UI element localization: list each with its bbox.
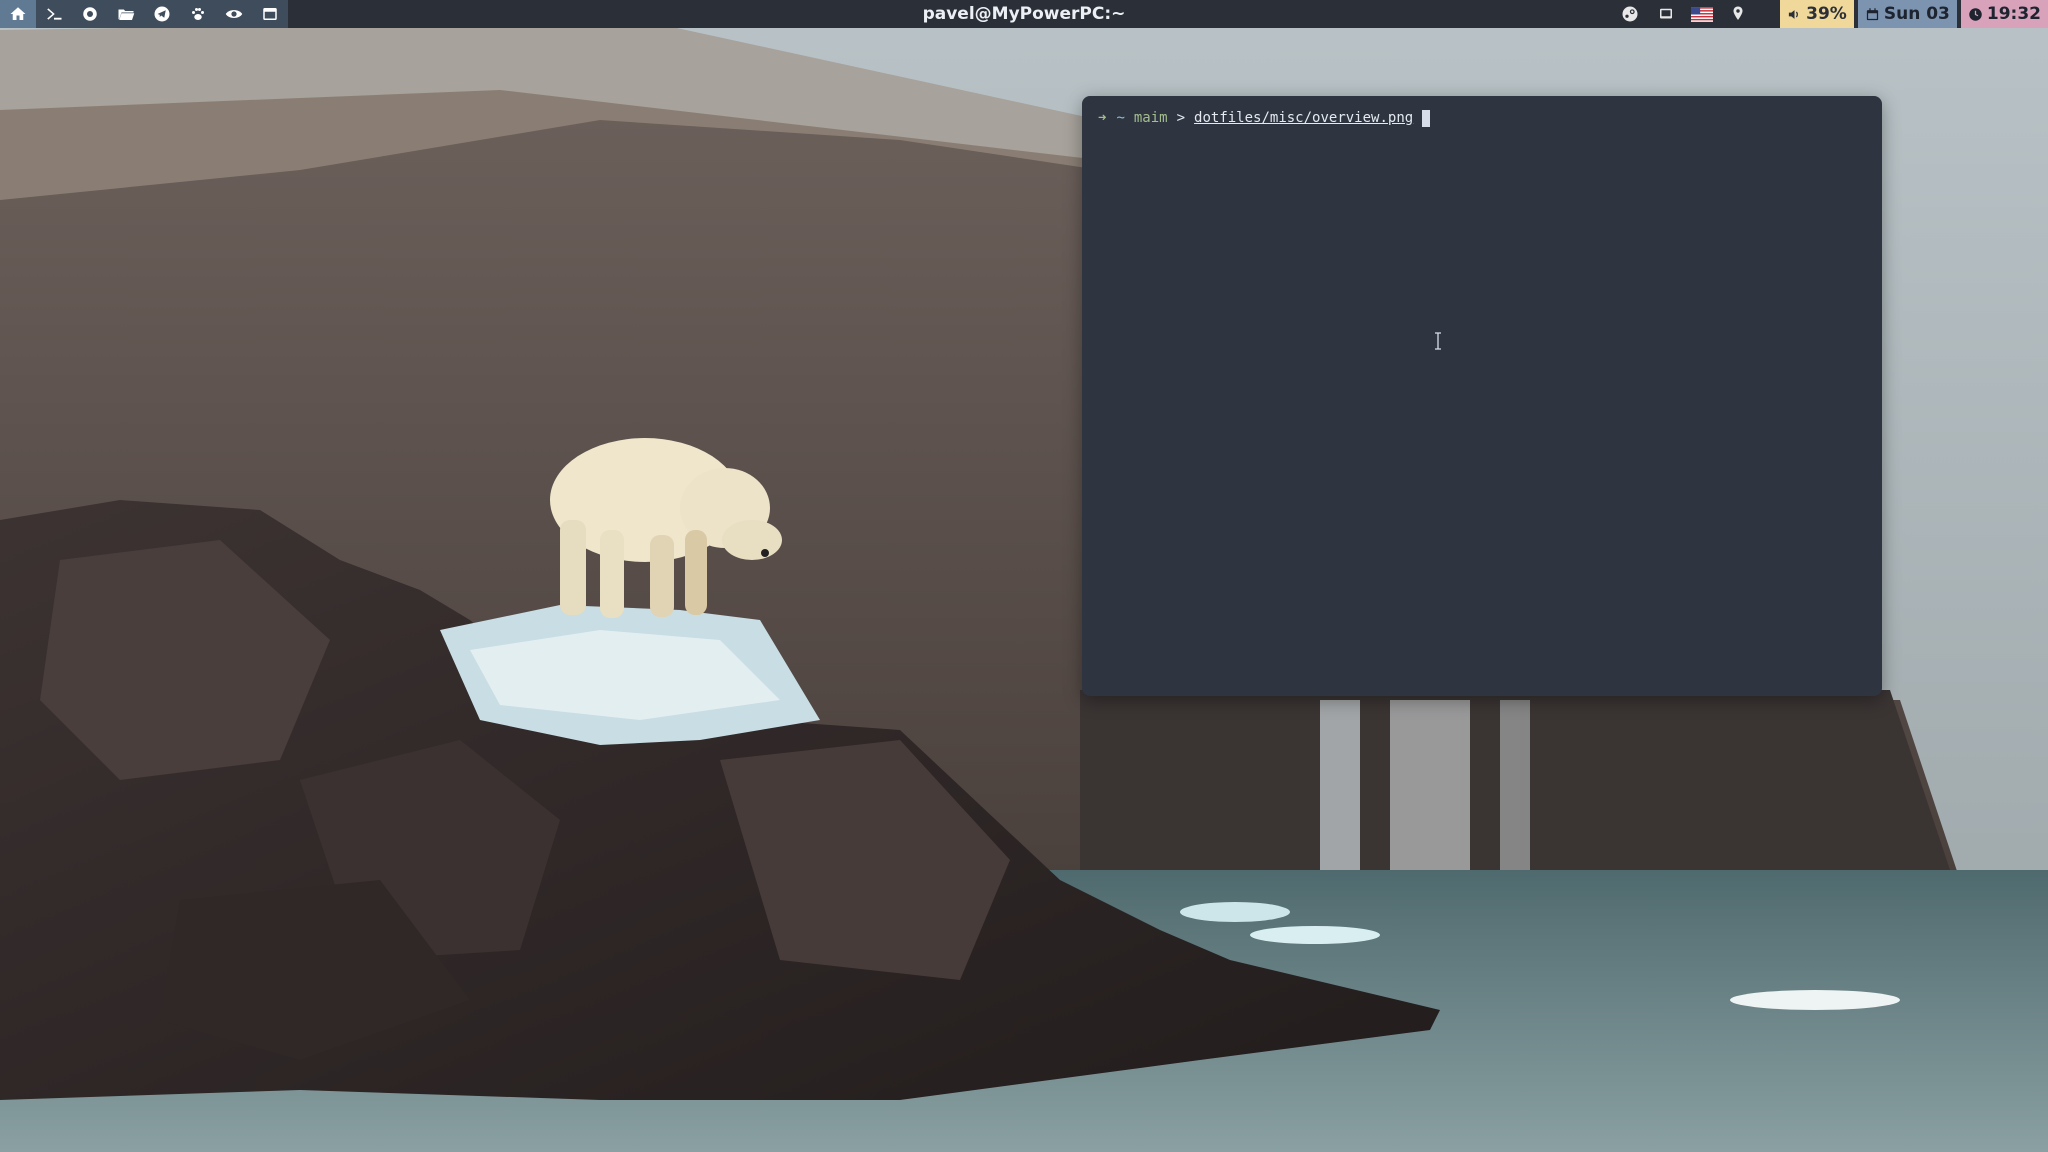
speaker-icon [1789, 9, 1799, 19]
desktop: pavel@MyPowerPC:~ 39% Sun 03 19:32 ➜ ~ m… [0, 0, 2048, 1152]
tray-location[interactable] [1720, 0, 1756, 28]
prompt-arrow: ➜ [1098, 110, 1107, 126]
display-icon [1660, 8, 1673, 19]
prompt-command-name: maim [1133, 110, 1168, 126]
telegram-icon [154, 6, 170, 22]
volume-indicator[interactable]: 39% [1780, 0, 1854, 28]
paw-icon [192, 8, 204, 20]
tray-steam[interactable] [1612, 0, 1648, 28]
workspace-telegram[interactable] [144, 0, 180, 28]
top-panel: pavel@MyPowerPC:~ 39% Sun 03 19:32 [0, 0, 2048, 28]
workspace-terminal[interactable] [36, 0, 72, 28]
folder-icon [118, 9, 135, 20]
window-icon [263, 8, 277, 20]
eye-icon [225, 10, 243, 18]
terminal-window[interactable]: ➜ ~ maim > dotfiles/misc/overview.png [1082, 96, 1882, 696]
system-tray: 39% Sun 03 19:32 [1612, 0, 2048, 28]
command-argument: dotfiles/misc/overview.png [1194, 110, 1414, 126]
location-pin-icon [1733, 6, 1743, 20]
prompt-cwd: ~ [1116, 110, 1125, 126]
terminal-icon [47, 8, 62, 20]
workspace-eye[interactable] [216, 0, 252, 28]
workspace-paw[interactable] [180, 0, 216, 28]
date-indicator[interactable]: Sun 03 [1857, 0, 1957, 28]
workspace-browser[interactable] [72, 0, 108, 28]
clock-indicator[interactable]: 19:32 [1960, 0, 2048, 28]
tray-keyboard-layout[interactable] [1684, 0, 1720, 28]
time-label: 19:32 [1986, 4, 2041, 24]
volume-label: 39% [1806, 4, 1847, 24]
us-flag-icon [1691, 6, 1714, 22]
date-label: Sun 03 [1883, 4, 1950, 24]
prompt-line: ➜ ~ maim > dotfiles/misc/overview.png [1098, 108, 1431, 128]
clock-icon [1969, 7, 1982, 21]
calendar-icon [1866, 7, 1878, 20]
workspace-switcher [0, 0, 288, 28]
browser-icon [83, 7, 97, 21]
steam-icon [1622, 6, 1638, 22]
prompt-separator: > [1176, 110, 1186, 126]
workspace-files[interactable] [108, 0, 144, 28]
ibeam-cursor-icon [1435, 332, 1441, 350]
workspace-window[interactable] [252, 0, 288, 28]
workspace-home[interactable] [0, 0, 36, 28]
text-cursor [1422, 109, 1431, 127]
home-icon [10, 7, 26, 20]
tray-display[interactable] [1648, 0, 1684, 28]
